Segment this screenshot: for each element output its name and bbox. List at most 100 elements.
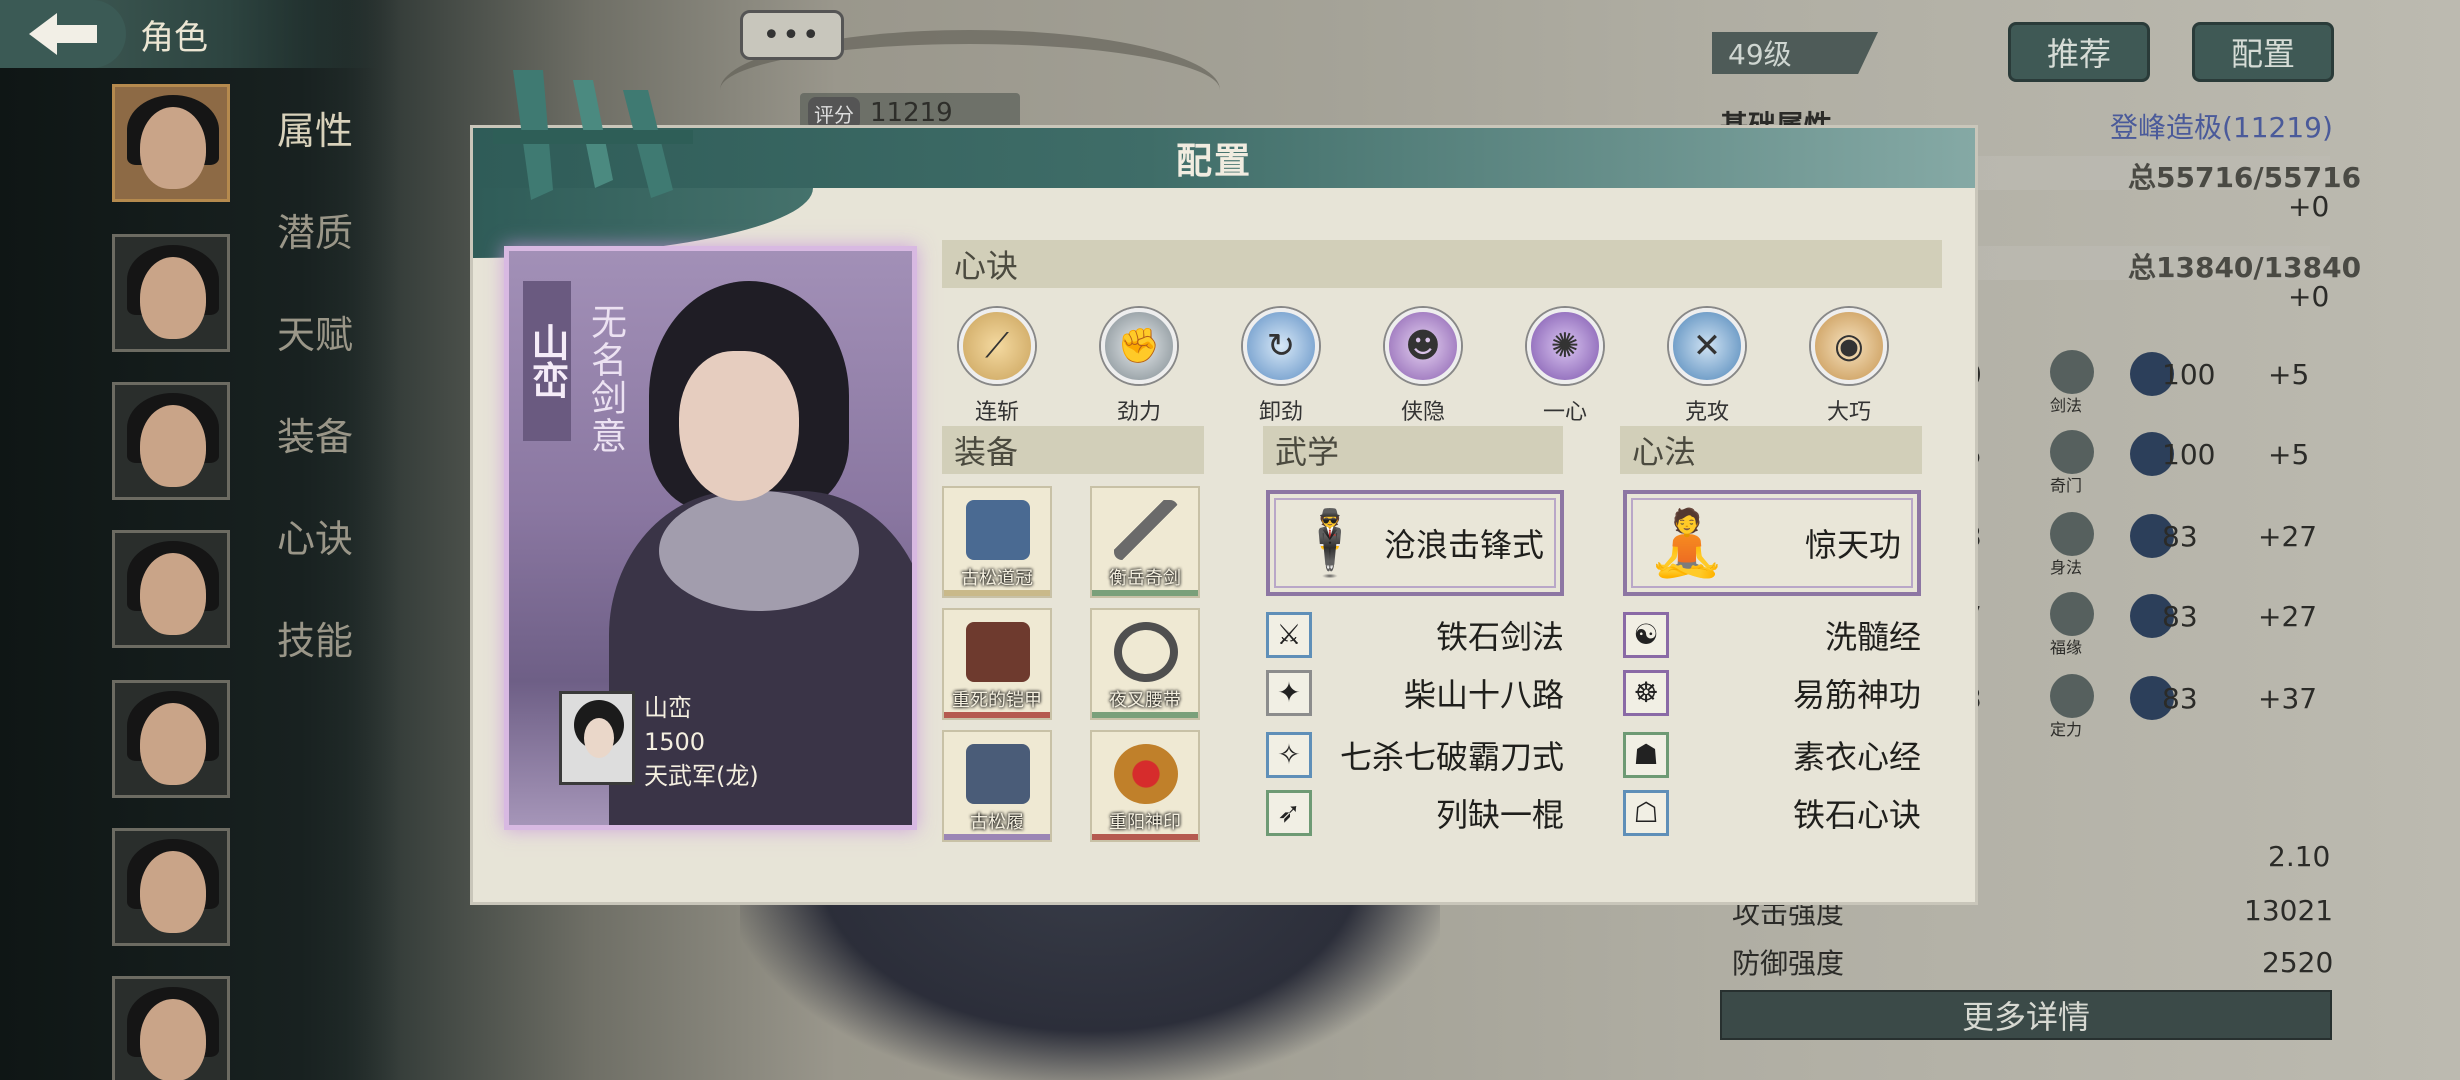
equipment-name: 夜叉腰带 bbox=[1109, 690, 1181, 711]
avatar-face bbox=[140, 107, 206, 189]
xinjue-item[interactable]: ✕ 克攻 bbox=[1652, 308, 1762, 426]
character-sidebar: 角色 属性 潜质 天赋 装备 心诀 技能 bbox=[0, 0, 400, 1080]
tab-equipment[interactable]: 装备 bbox=[277, 406, 353, 461]
martial-skill-name: 铁石剑法 bbox=[1435, 618, 1564, 656]
inner-art-name: 易筋神功 bbox=[1792, 676, 1921, 714]
more-details-button[interactable]: 更多详情 bbox=[1720, 990, 2332, 1040]
martial-skill-name: 七杀七破霸刀式 bbox=[1339, 738, 1564, 776]
equipment-slot-helmet[interactable]: 古松道冠 bbox=[942, 486, 1052, 598]
inner-art-row[interactable]: ☸ 易筋神功 bbox=[1623, 668, 1921, 718]
martial-skill-icon: ✧ bbox=[1266, 732, 1312, 778]
level-badge: 49级 bbox=[1712, 32, 1878, 74]
martial-skill-row[interactable]: ⚔ 铁石剑法 bbox=[1266, 610, 1564, 660]
character-avatar-1[interactable] bbox=[112, 84, 230, 202]
equipment-name: 古松道冠 bbox=[961, 568, 1033, 589]
equipment-slot-belt[interactable]: 夜叉腰带 bbox=[1090, 608, 1200, 720]
stat-icon-label: 福缘 bbox=[2050, 638, 2083, 657]
tab-skills[interactable]: 技能 bbox=[277, 610, 353, 665]
avatar-face bbox=[140, 405, 206, 487]
portrait-collar bbox=[659, 491, 859, 611]
xinjue-label: 侠隐 bbox=[1400, 400, 1445, 425]
tab-talent[interactable]: 天赋 bbox=[277, 304, 353, 359]
config-button[interactable]: 配置 bbox=[2192, 22, 2334, 82]
stat-bonus: +5 bbox=[2268, 438, 2310, 471]
equipment-slot-boots[interactable]: 古松履 bbox=[942, 730, 1052, 842]
avatar-face bbox=[140, 553, 206, 635]
xinjue-label: 一心 bbox=[1542, 400, 1587, 425]
qimen-icon bbox=[2050, 430, 2094, 474]
inner-art-main-name: 惊天功 bbox=[1804, 526, 1901, 564]
equipment-name: 古松履 bbox=[970, 812, 1024, 833]
swirl-icon: ↻ bbox=[1243, 308, 1319, 384]
character-mini-avatar bbox=[559, 691, 635, 785]
inner-art-main[interactable]: 🧘 惊天功 bbox=[1623, 490, 1921, 596]
martial-skill-row[interactable]: ✦ 柴山十八路 bbox=[1266, 668, 1564, 718]
hp-bonus: +0 bbox=[2288, 190, 2330, 223]
blades-icon: ⟋ bbox=[959, 308, 1035, 384]
character-name-vertical: 山峦 bbox=[523, 281, 571, 441]
martial-skill-row[interactable]: ✧ 七杀七破霸刀式 bbox=[1266, 730, 1564, 780]
character-avatar-5[interactable] bbox=[112, 680, 230, 798]
inner-art-icon: ☯ bbox=[1623, 612, 1669, 658]
stat-bonus: +27 bbox=[2258, 600, 2318, 633]
avatar-face bbox=[140, 999, 206, 1080]
martial-stance-icon: 🕴 bbox=[1290, 507, 1370, 581]
chat-button[interactable]: ••• bbox=[740, 10, 844, 60]
flame-icon: ✺ bbox=[1527, 308, 1603, 384]
xinjue-label: 劲力 bbox=[1116, 400, 1161, 425]
fortune-icon bbox=[2050, 592, 2094, 636]
mp-bonus: +0 bbox=[2288, 280, 2330, 313]
inner-art-row[interactable]: ☯ 洗髓经 bbox=[1623, 610, 1921, 660]
equipment-slot-armor[interactable]: 重死的铠甲 bbox=[942, 608, 1052, 720]
equipment-slot-weapon[interactable]: 衡岳奇剑 bbox=[1090, 486, 1200, 598]
xinjue-item[interactable]: ⟋ 连斩 bbox=[942, 308, 1052, 426]
xinjue-item[interactable]: ◉ 大巧 bbox=[1794, 308, 1904, 426]
defense-strength-value: 2520 bbox=[2262, 946, 2334, 979]
tab-attributes[interactable]: 属性 bbox=[277, 100, 353, 155]
equipment-slot-accessory[interactable]: 重阳神印 bbox=[1090, 730, 1200, 842]
eye-icon: ◉ bbox=[1811, 308, 1887, 384]
character-avatar-3[interactable] bbox=[112, 382, 230, 500]
armor-icon bbox=[966, 622, 1030, 682]
stat-bonus: +5 bbox=[2268, 358, 2310, 391]
back-arrow-icon bbox=[29, 13, 97, 55]
back-button[interactable] bbox=[0, 0, 126, 68]
martial-section-header: 武学 bbox=[1263, 426, 1563, 474]
sword-decoration-icon bbox=[493, 70, 693, 200]
xinjue-item[interactable]: ✺ 一心 bbox=[1510, 308, 1620, 426]
martial-main-name: 沧浪击锋式 bbox=[1383, 526, 1544, 564]
stat-value: 83 bbox=[2162, 600, 2198, 633]
equipment-section-header: 装备 bbox=[942, 426, 1204, 474]
character-avatar-7[interactable] bbox=[112, 976, 230, 1080]
character-power: 1500 bbox=[644, 728, 706, 756]
inner-art-icon: ☗ bbox=[1623, 732, 1669, 778]
rarity-bar bbox=[944, 590, 1050, 596]
stat-value: 100 bbox=[2162, 438, 2216, 471]
character-avatar-2[interactable] bbox=[112, 234, 230, 352]
tab-xinjue[interactable]: 心诀 bbox=[277, 508, 353, 563]
mask-icon: ☻ bbox=[1385, 308, 1461, 384]
inner-art-row[interactable]: ☖ 铁石心诀 bbox=[1623, 788, 1921, 838]
avatar-face bbox=[140, 703, 206, 785]
recommend-button[interactable]: 推荐 bbox=[2008, 22, 2150, 82]
dialog-title: 配置 bbox=[1175, 141, 1252, 182]
inner-art-icon: ☖ bbox=[1623, 790, 1669, 836]
character-avatar-4[interactable] bbox=[112, 530, 230, 648]
inner-art-name: 洗髓经 bbox=[1824, 618, 1921, 656]
xinjue-item[interactable]: ↻ 卸劲 bbox=[1226, 308, 1336, 426]
inner-art-section-header: 心法 bbox=[1620, 426, 1922, 474]
martial-skill-row[interactable]: ➶ 列缺一棍 bbox=[1266, 788, 1564, 838]
inner-art-row[interactable]: ☗ 素衣心经 bbox=[1623, 730, 1921, 780]
martial-main-skill[interactable]: 🕴 沧浪击锋式 bbox=[1266, 490, 1564, 596]
tab-potential[interactable]: 潜质 bbox=[277, 202, 353, 257]
header-bar: 角色 bbox=[0, 0, 380, 68]
stat-value: 83 bbox=[2162, 682, 2198, 715]
cross-swords-icon: ✕ bbox=[1669, 308, 1745, 384]
character-name: 山峦 bbox=[644, 694, 692, 722]
xinjue-item[interactable]: ☻ 侠隐 bbox=[1368, 308, 1478, 426]
character-avatar-6[interactable] bbox=[112, 828, 230, 946]
stat-icon-label: 定力 bbox=[2050, 720, 2083, 739]
xinjue-item[interactable]: ✊ 劲力 bbox=[1084, 308, 1194, 426]
equipment-name: 衡岳奇剑 bbox=[1109, 568, 1181, 589]
equipment-name: 重死的铠甲 bbox=[952, 690, 1042, 711]
